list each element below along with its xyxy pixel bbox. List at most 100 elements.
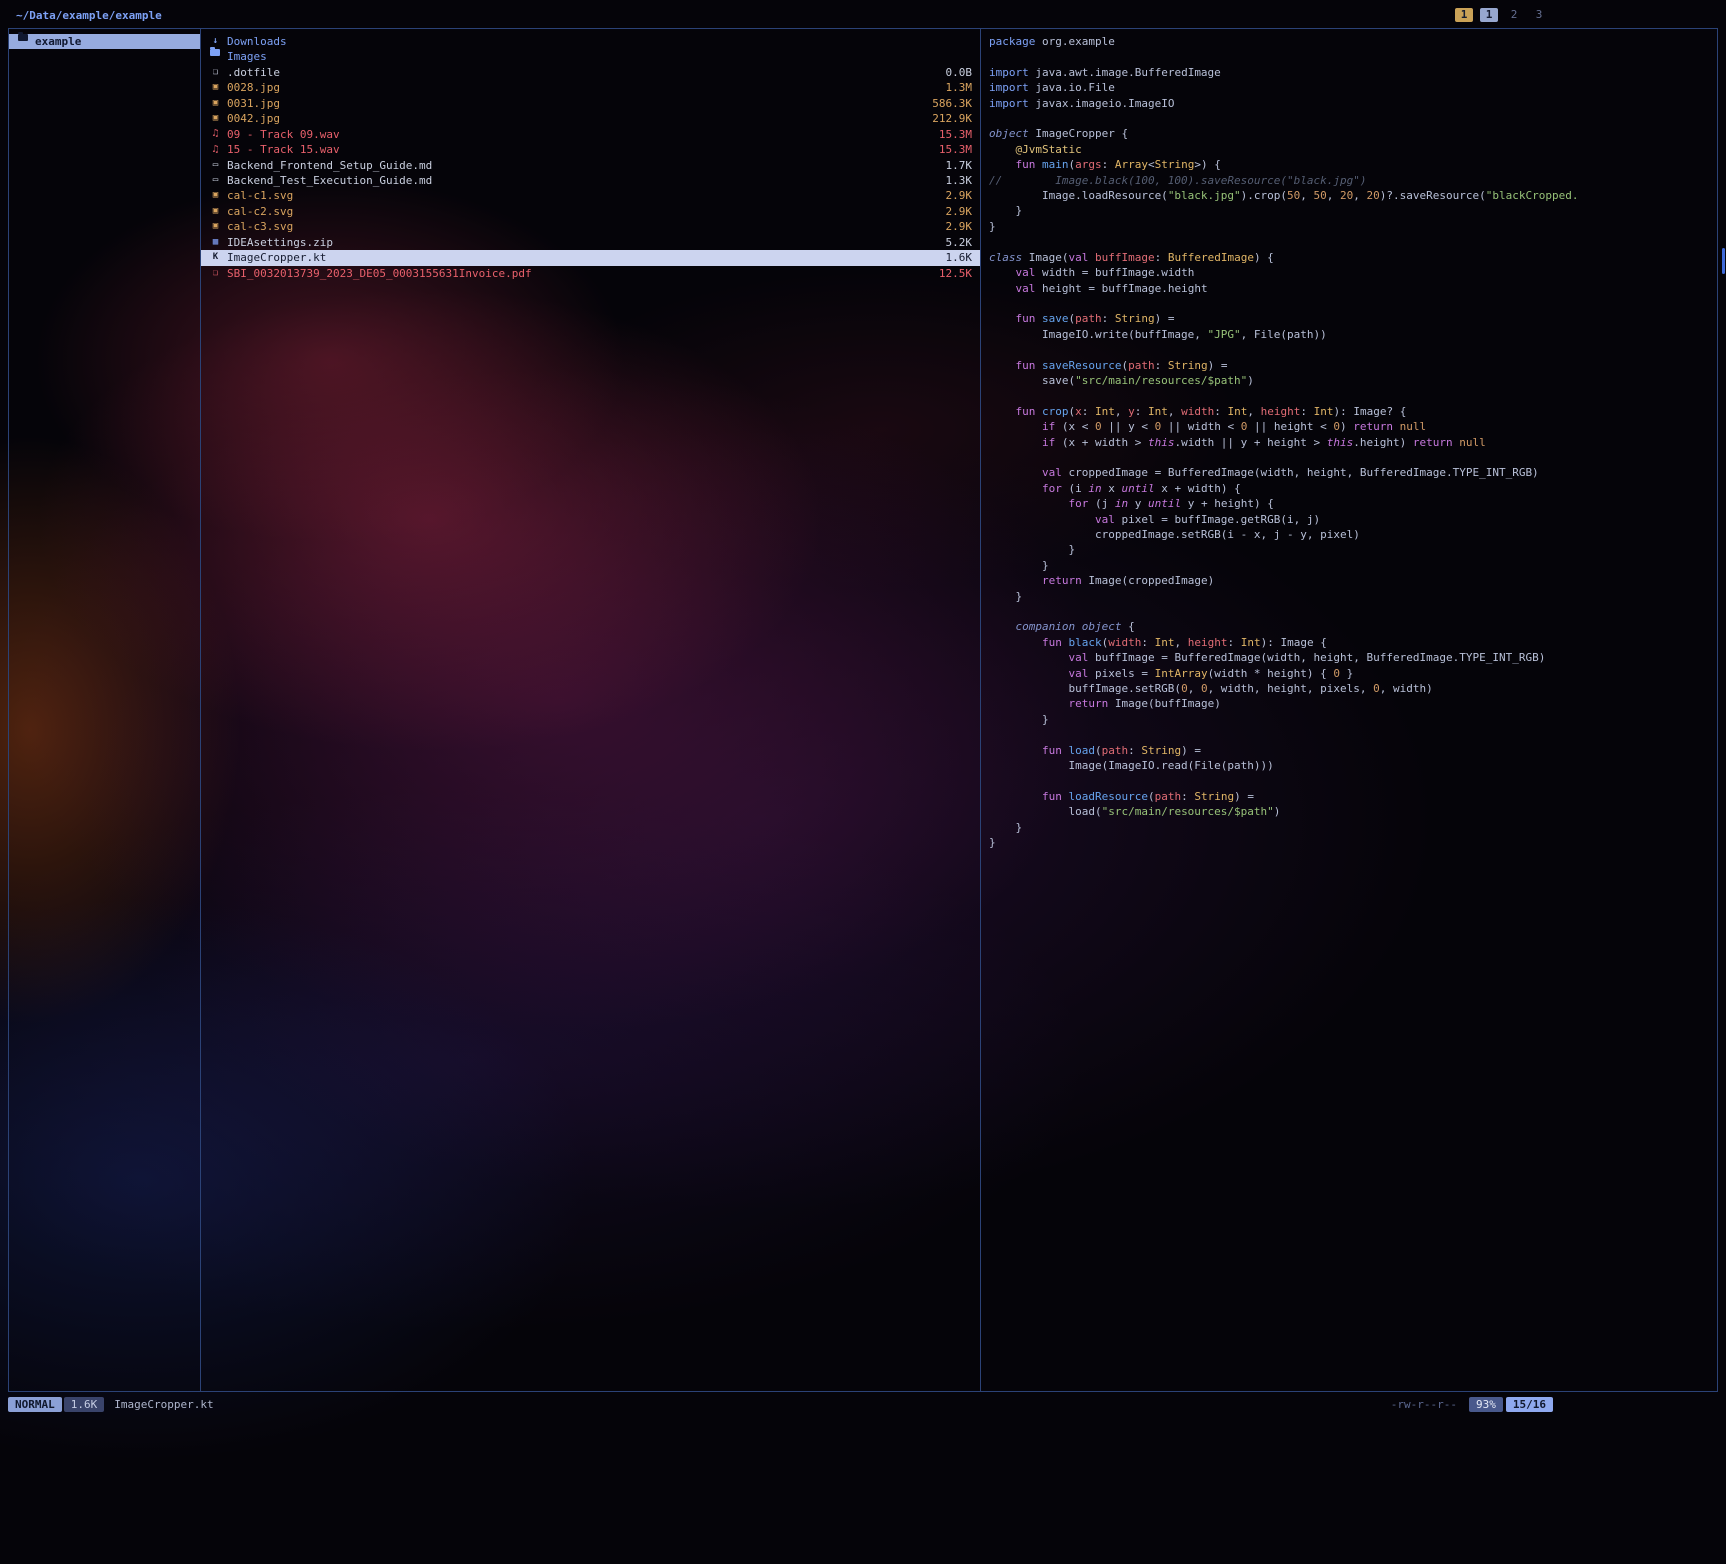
code-token: ): Image {: [1261, 636, 1327, 649]
code-line: save("src/main/resources/$path"): [989, 373, 1709, 388]
file-row[interactable]: Backend_Test_Execution_Guide.md1.3K: [201, 173, 980, 188]
code-line: fun main(args: Array<String>) {: [989, 157, 1709, 172]
file-name: 15 - Track 15.wav: [227, 142, 340, 157]
code-token: }: [989, 204, 1022, 217]
file-size: 1.7K: [936, 158, 973, 173]
code-line: croppedImage.setRGB(i - x, j - y, pixel): [989, 527, 1709, 542]
code-token: return: [1068, 697, 1108, 710]
file-row[interactable]: cal-c3.svg2.9K: [201, 219, 980, 234]
code-token: ImageCropper {: [1029, 127, 1128, 140]
code-token: pixels =: [1088, 667, 1154, 680]
code-token: object: [989, 127, 1029, 140]
file-row[interactable]: 15 - Track 15.wav15.3M: [201, 142, 980, 157]
file-row[interactable]: Downloads: [201, 34, 980, 49]
file-row[interactable]: cal-c2.svg2.9K: [201, 204, 980, 219]
code-line: [989, 49, 1709, 64]
file-size: 2.9K: [936, 219, 973, 234]
file-row[interactable]: IDEAsettings.zip5.2K: [201, 235, 980, 250]
code-line: fun crop(x: Int, y: Int, width: Int, hei…: [989, 404, 1709, 419]
file-row[interactable]: SBI_0032013739_2023_DE05_0003155631Invoi…: [201, 266, 980, 281]
code-token: :: [1181, 790, 1194, 803]
code-line: object ImageCropper {: [989, 126, 1709, 141]
image-icon: [209, 188, 222, 203]
code-token: return: [1413, 436, 1453, 449]
code-token: height: [1188, 636, 1228, 649]
code-token: 20: [1340, 189, 1353, 202]
code-token: ).crop(: [1241, 189, 1287, 202]
tab-4[interactable]: 3: [1530, 8, 1548, 22]
code-line: for (i in x until x + width) {: [989, 481, 1709, 496]
code-token: [989, 667, 1068, 680]
code-token: java.io.File: [1029, 81, 1115, 94]
code-token: java.awt.image.BufferedImage: [1029, 66, 1221, 79]
file-row[interactable]: 0028.jpg1.3M: [201, 80, 980, 95]
file-row[interactable]: ImageCropper.kt1.6K: [201, 250, 980, 265]
scroll-percent-badge: 93%: [1469, 1397, 1503, 1412]
image-icon: [209, 219, 222, 234]
file-name: cal-c2.svg: [227, 204, 293, 219]
code-token: "JPG": [1208, 328, 1241, 341]
tab-1[interactable]: 1: [1455, 8, 1473, 22]
code-token: main: [1042, 158, 1069, 171]
code-token: }: [989, 559, 1049, 572]
code-token: <: [1148, 158, 1155, 171]
tab-2[interactable]: 1: [1480, 8, 1498, 22]
code-token: null: [1459, 436, 1486, 449]
code-token: width = buffImage.width: [1035, 266, 1194, 279]
file-row[interactable]: .dotfile0.0B: [201, 65, 980, 80]
scrollbar-thumb[interactable]: [1722, 248, 1725, 274]
file-row[interactable]: Images: [201, 49, 980, 64]
file-row[interactable]: 0042.jpg212.9K: [201, 111, 980, 126]
code-token: }: [1340, 667, 1353, 680]
code-token: Image.loadResource(: [989, 189, 1168, 202]
code-line: }: [989, 820, 1709, 835]
code-token: args: [1075, 158, 1102, 171]
code-token: class: [989, 251, 1022, 264]
preview-pane: package org.exampleimport java.awt.image…: [981, 29, 1717, 1391]
parent-item[interactable]: example: [9, 34, 200, 49]
code-token: [989, 266, 1016, 279]
code-token: }: [989, 836, 996, 849]
file-row[interactable]: 09 - Track 09.wav15.3M: [201, 127, 980, 142]
code-line: return Image(buffImage): [989, 696, 1709, 711]
file-name: Downloads: [227, 34, 287, 49]
file-icon: [209, 65, 222, 80]
code-token: :: [1141, 636, 1154, 649]
code-token: load: [1068, 744, 1095, 757]
file-name: 0042.jpg: [227, 111, 280, 126]
code-token: [1393, 420, 1400, 433]
code-token: path: [1102, 744, 1129, 757]
code-token: until: [1121, 482, 1154, 495]
code-token: .width || y + height >: [1174, 436, 1326, 449]
code-token: import: [989, 97, 1029, 110]
code-token: if: [1042, 436, 1055, 449]
code-token: [989, 482, 1042, 495]
code-line: }: [989, 203, 1709, 218]
code-token: null: [1400, 420, 1427, 433]
code-line: if (x < 0 || y < 0 || width < 0 || heigh…: [989, 419, 1709, 434]
code-token: BufferedImage: [1168, 251, 1254, 264]
code-token: save: [1042, 312, 1069, 325]
code-token: [989, 466, 1042, 479]
code-line: import java.io.File: [989, 80, 1709, 95]
code-token: [989, 636, 1042, 649]
code-token: buffImage: [1095, 251, 1155, 264]
code-token: val: [1016, 266, 1036, 279]
statusbar: NORMAL 1.6K ImageCropper.kt -rw-r--r-- 9…: [8, 1396, 1718, 1413]
code-token: }: [989, 220, 996, 233]
code-token: ,: [1247, 405, 1260, 418]
terminal-screen: ~/Data/example/example 1123 example Down…: [0, 0, 1726, 1564]
file-row[interactable]: cal-c1.svg2.9K: [201, 188, 980, 203]
file-row[interactable]: 0031.jpg586.3K: [201, 96, 980, 111]
code-token: :: [1128, 744, 1141, 757]
code-token: ): [1340, 420, 1353, 433]
statusbar-filename: ImageCropper.kt: [114, 1398, 213, 1411]
markdown-icon: [209, 173, 222, 188]
code-line: }: [989, 589, 1709, 604]
code-token: val: [1042, 466, 1062, 479]
code-token: val: [1068, 251, 1088, 264]
code-line: Image(ImageIO.read(File(path))): [989, 758, 1709, 773]
file-row[interactable]: Backend_Frontend_Setup_Guide.md1.7K: [201, 158, 980, 173]
tab-3[interactable]: 2: [1505, 8, 1523, 22]
code-token: saveResource: [1042, 359, 1121, 372]
